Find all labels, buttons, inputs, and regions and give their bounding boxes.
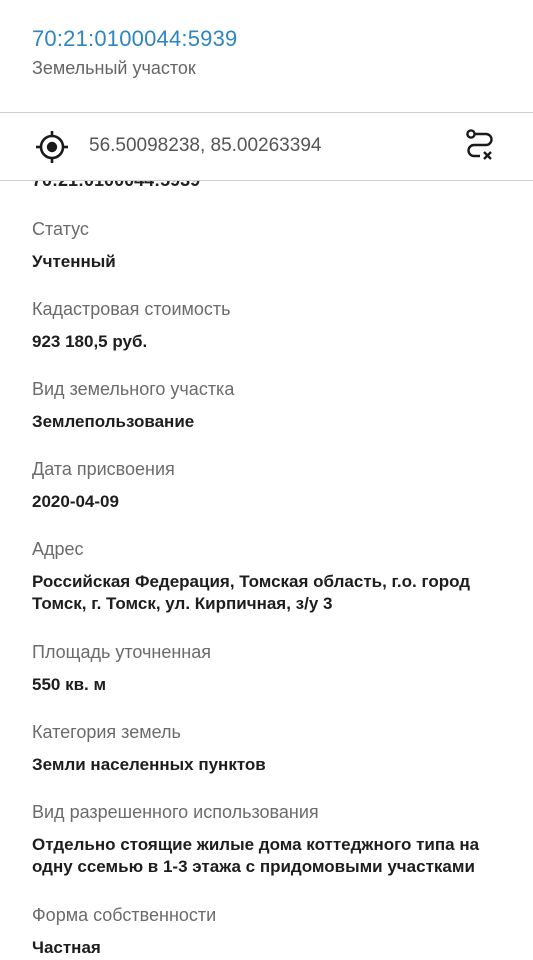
field-assignment-date: Дата присвоения 2020-04-09 xyxy=(32,458,522,513)
field-land-plot-kind: Вид земельного участка Землепользование xyxy=(32,378,522,433)
field-value: Отдельно стоящие жилые дома коттеджного … xyxy=(32,835,480,876)
object-type: Земельный участок xyxy=(32,58,196,78)
field-label: Площадь уточненная xyxy=(32,642,211,662)
field-value: Частная xyxy=(32,938,101,957)
field-label: Кадастровая стоимость xyxy=(32,299,231,319)
field-permitted-use: Вид разрешенного использования Отдельно … xyxy=(32,801,522,878)
field-value: Российская Федерация, Томская область, г… xyxy=(32,572,471,613)
partially-hidden-value: 70:21:0100044:5939 xyxy=(32,180,201,190)
field-label: Дата присвоения xyxy=(32,459,175,479)
field-ownership-form: Форма собственности Частная xyxy=(32,904,522,959)
field-value: 550 кв. м xyxy=(32,675,107,694)
coordinates-bar: 56.50098238, 85.00263394 xyxy=(0,113,533,179)
field-label: Форма собственности xyxy=(32,905,217,925)
crosshair-target-icon[interactable] xyxy=(34,129,70,165)
coords-divider xyxy=(0,180,533,181)
field-area: Площадь уточненная 550 кв. м xyxy=(32,641,522,696)
field-label: Статус xyxy=(32,219,89,239)
field-status: Статус Учтенный xyxy=(32,218,522,273)
header: 70:21:0100044:5939 Земельный участок xyxy=(0,0,533,112)
field-value: Земли населенных пунктов xyxy=(32,755,266,774)
field-address: Адрес Российская Федерация, Томская обла… xyxy=(32,538,522,615)
field-cadastral-cost: Кадастровая стоимость 923 180,5 руб. xyxy=(32,298,522,353)
field-value: Учтенный xyxy=(32,252,116,271)
field-value: Землепользование xyxy=(32,412,195,431)
field-label: Адрес xyxy=(32,539,84,559)
route-clear-icon[interactable] xyxy=(462,127,498,163)
details-list[interactable]: 70:21:0100044:5939 Статус Учтенный Кадас… xyxy=(0,180,533,960)
cadastral-number[interactable]: 70:21:0100044:5939 xyxy=(32,26,237,52)
field-land-category: Категория земель Земли населенных пункто… xyxy=(32,721,522,776)
field-value: 2020-04-09 xyxy=(32,492,119,511)
field-label: Вид земельного участка xyxy=(32,379,235,399)
coordinates-text[interactable]: 56.50098238, 85.00263394 xyxy=(89,135,321,157)
field-value: 923 180,5 руб. xyxy=(32,332,148,351)
field-label: Вид разрешенного использования xyxy=(32,802,319,822)
field-label: Категория земель xyxy=(32,722,181,742)
